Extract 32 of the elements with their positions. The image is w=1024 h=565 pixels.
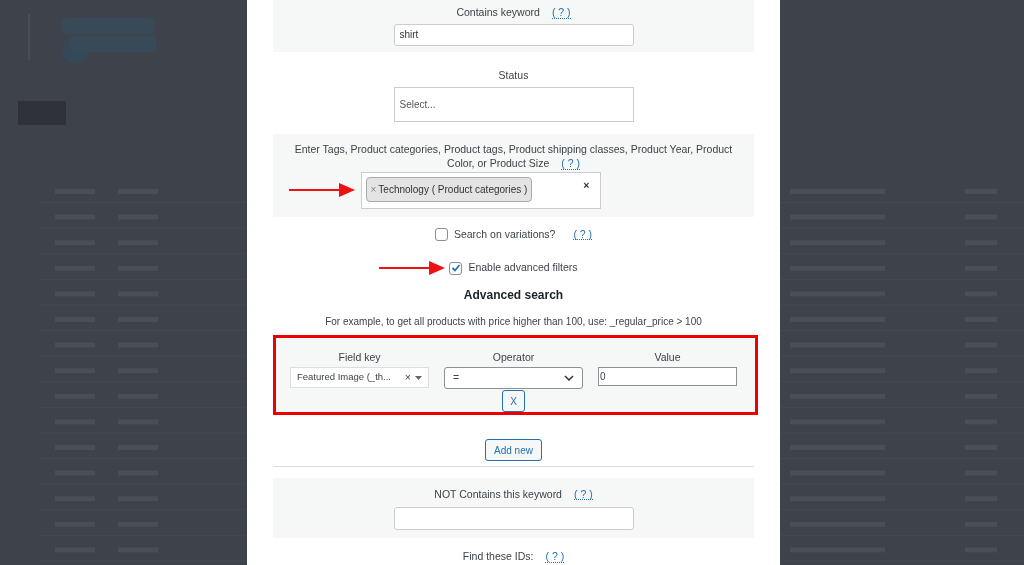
tag-chip[interactable]: × Technology ( Product categories ) <box>365 176 533 202</box>
checkbox-label: Enable advanced filters <box>468 260 578 276</box>
check-icon <box>450 263 461 274</box>
column-label: Operator <box>492 350 535 366</box>
field-label: NOT Contains this keyword <box>434 486 562 502</box>
clear-icon[interactable]: × <box>583 177 590 194</box>
field-label: Enter Tags, Product categories, Product tags, Product shipping classes, Product Year, Product Color, or Product Size ( ? ) <box>293 141 734 170</box>
field-label: Status <box>498 67 529 83</box>
operator-select[interactable]: = <box>444 367 583 389</box>
field-label: Find these IDs: <box>462 549 534 565</box>
checkbox[interactable] <box>434 227 448 241</box>
value-field[interactable]: 0 <box>598 367 737 386</box>
add-new-button[interactable]: Add new <box>485 439 542 461</box>
help-link[interactable]: ( ? ) <box>545 551 565 563</box>
column-label: Field key <box>338 350 381 366</box>
remove-row-button[interactable]: X <box>502 390 525 412</box>
section-heading: Advanced search <box>462 287 565 305</box>
field-label: Contains keyword <box>456 5 540 20</box>
tags-field[interactable]: × Technology ( Product categories ) × <box>360 171 601 209</box>
help-link[interactable]: ( ? ) <box>561 156 580 170</box>
caret-icon <box>415 375 422 380</box>
help-link[interactable]: ( ? ) <box>551 7 571 19</box>
example-text: For example, to get all products with price higher than 100, use: _regular_price > 100 <box>324 315 703 330</box>
checkbox-label: Search on variations? <box>453 226 556 242</box>
column-label: Value <box>654 350 681 366</box>
chevron-down-icon <box>564 375 574 381</box>
checkbox[interactable] <box>449 261 463 275</box>
keyword-field[interactable]: shirt <box>393 23 634 46</box>
clear-icon[interactable]: × <box>404 369 411 386</box>
not-keyword-field[interactable] <box>393 507 634 531</box>
field-key-select[interactable]: Featured Image (_th... × <box>290 367 429 388</box>
status-select[interactable]: Select... <box>393 86 634 122</box>
